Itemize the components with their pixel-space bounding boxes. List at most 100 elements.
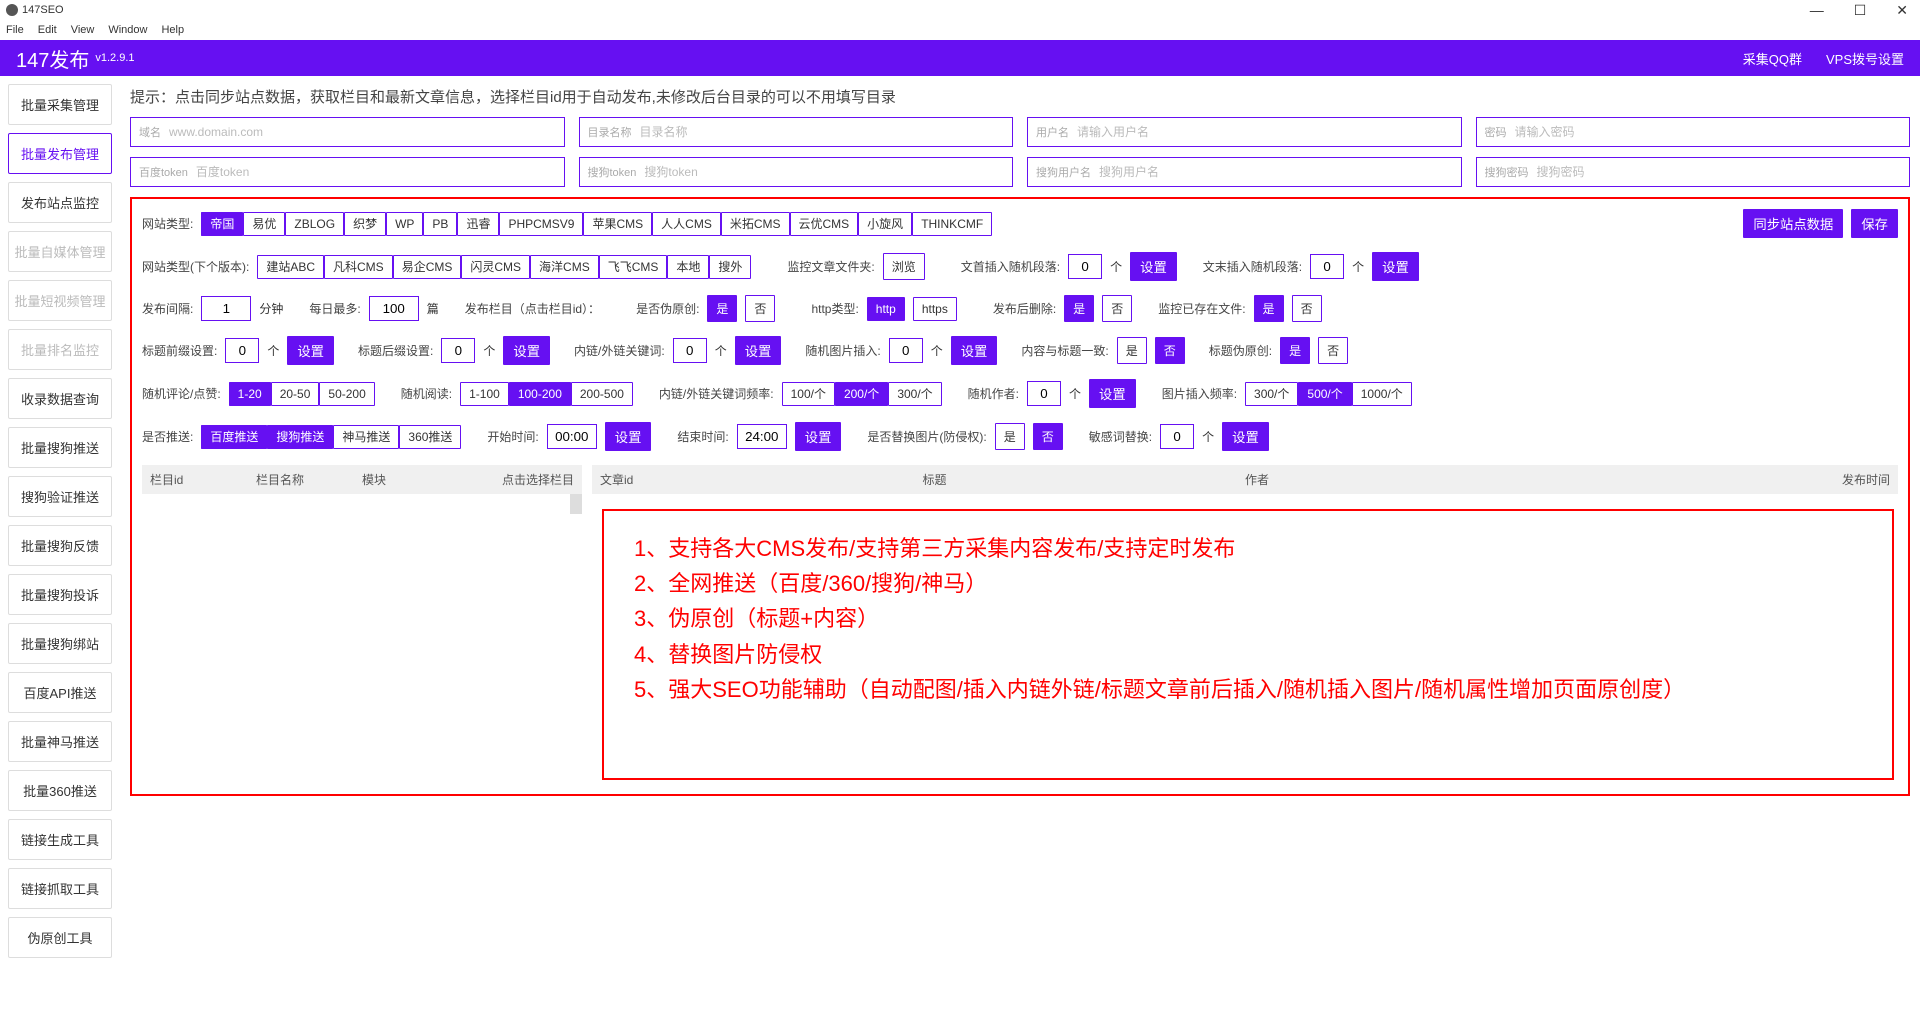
pre-paragraph-input[interactable] <box>1068 254 1102 279</box>
daily-input[interactable] <box>369 296 419 321</box>
option-tag[interactable]: 苹果CMS <box>583 212 652 236</box>
option-tag[interactable]: 200-500 <box>571 382 633 406</box>
start-time-set[interactable]: 设置 <box>605 422 652 451</box>
option-tag[interactable]: 300/个 <box>888 382 941 406</box>
option-tag[interactable]: 本地 <box>667 255 709 279</box>
text-input[interactable] <box>1537 165 1902 179</box>
https-option[interactable]: https <box>913 297 957 321</box>
option-tag[interactable]: 100/个 <box>782 382 835 406</box>
option-tag[interactable]: PHPCMSV9 <box>499 212 583 236</box>
option-tag[interactable]: 易优 <box>243 212 285 236</box>
sidebar-item[interactable]: 批量搜狗投诉 <box>8 574 112 615</box>
match-no[interactable]: 否 <box>1155 337 1185 364</box>
option-tag[interactable]: 百度推送 <box>201 425 267 449</box>
menu-view[interactable]: View <box>71 24 95 36</box>
orig-no[interactable]: 否 <box>745 295 775 322</box>
title-suffix-set[interactable]: 设置 <box>503 336 550 365</box>
keyword-set[interactable]: 设置 <box>735 336 782 365</box>
option-tag[interactable]: 人人CMS <box>652 212 721 236</box>
option-tag[interactable]: WP <box>386 212 423 236</box>
sidebar-item[interactable]: 链接抓取工具 <box>8 868 112 909</box>
option-tag[interactable]: 海洋CMS <box>530 255 599 279</box>
option-tag[interactable]: 凡科CMS <box>324 255 393 279</box>
sidebar-item[interactable]: 批量搜狗反馈 <box>8 525 112 566</box>
option-tag[interactable]: 1-20 <box>229 382 271 406</box>
sensitive-set[interactable]: 设置 <box>1222 422 1269 451</box>
start-time-input[interactable] <box>547 424 597 449</box>
menu-help[interactable]: Help <box>161 24 184 36</box>
option-tag[interactable]: 500/个 <box>1298 382 1351 406</box>
option-tag[interactable]: 帝国 <box>201 212 243 236</box>
option-tag[interactable]: 1-100 <box>460 382 509 406</box>
interval-input[interactable] <box>201 296 251 321</box>
option-tag[interactable]: 200/个 <box>835 382 888 406</box>
option-tag[interactable]: 搜狗推送 <box>267 425 333 449</box>
save-button[interactable]: 保存 <box>1851 209 1898 238</box>
post-paragraph-input[interactable] <box>1310 254 1344 279</box>
exist-no[interactable]: 否 <box>1292 295 1322 322</box>
sync-button[interactable]: 同步站点数据 <box>1743 209 1843 238</box>
title-orig-no[interactable]: 否 <box>1318 337 1348 364</box>
option-tag[interactable]: 300/个 <box>1245 382 1298 406</box>
sidebar-item[interactable]: 链接生成工具 <box>8 819 112 860</box>
option-tag[interactable]: PB <box>423 212 457 236</box>
sidebar-item[interactable]: 批量发布管理 <box>8 133 112 174</box>
keyword-input[interactable] <box>673 338 707 363</box>
scrollbar[interactable] <box>570 494 582 514</box>
text-input[interactable] <box>196 165 556 179</box>
delete-yes[interactable]: 是 <box>1064 295 1094 322</box>
sidebar-item[interactable]: 发布站点监控 <box>8 182 112 223</box>
sidebar-item[interactable]: 收录数据查询 <box>8 378 112 419</box>
option-tag[interactable]: 迅睿 <box>457 212 499 236</box>
header-link[interactable]: 采集QQ群 <box>1743 49 1802 68</box>
match-yes[interactable]: 是 <box>1117 337 1147 364</box>
exist-yes[interactable]: 是 <box>1254 295 1284 322</box>
text-input[interactable] <box>640 125 1005 139</box>
option-tag[interactable]: 360推送 <box>399 425 461 449</box>
option-tag[interactable]: 50-200 <box>319 382 374 406</box>
minimize-button[interactable]: — <box>1804 2 1830 19</box>
menu-edit[interactable]: Edit <box>38 24 57 36</box>
close-button[interactable]: ✕ <box>1890 2 1914 19</box>
delete-no[interactable]: 否 <box>1102 295 1132 322</box>
option-tag[interactable]: 织梦 <box>344 212 386 236</box>
header-link[interactable]: VPS拨号设置 <box>1826 49 1904 68</box>
author-set[interactable]: 设置 <box>1089 379 1136 408</box>
option-tag[interactable]: ZBLOG <box>285 212 344 236</box>
sensitive-input[interactable] <box>1160 424 1194 449</box>
text-input[interactable] <box>169 125 556 139</box>
sidebar-item[interactable]: 百度API推送 <box>8 672 112 713</box>
random-image-set[interactable]: 设置 <box>951 336 998 365</box>
sidebar-item[interactable]: 批量搜狗推送 <box>8 427 112 468</box>
post-paragraph-set[interactable]: 设置 <box>1372 252 1419 281</box>
option-tag[interactable]: 搜外 <box>709 255 751 279</box>
http-option[interactable]: http <box>867 297 905 321</box>
end-time-set[interactable]: 设置 <box>795 422 842 451</box>
title-prefix-input[interactable] <box>225 338 259 363</box>
option-tag[interactable]: 飞飞CMS <box>599 255 668 279</box>
browse-button[interactable]: 浏览 <box>883 253 925 280</box>
menu-window[interactable]: Window <box>108 24 147 36</box>
sidebar-item[interactable]: 批量搜狗绑站 <box>8 623 112 664</box>
text-input[interactable] <box>1077 125 1453 139</box>
maximize-button[interactable]: ☐ <box>1848 2 1873 19</box>
orig-yes[interactable]: 是 <box>707 295 737 322</box>
text-input[interactable] <box>644 165 1004 179</box>
replace-no[interactable]: 否 <box>1033 423 1063 450</box>
author-input[interactable] <box>1027 381 1061 406</box>
sidebar-item[interactable]: 批量神马推送 <box>8 721 112 762</box>
option-tag[interactable]: 云优CMS <box>790 212 859 236</box>
random-image-input[interactable] <box>889 338 923 363</box>
option-tag[interactable]: 1000/个 <box>1352 382 1412 406</box>
option-tag[interactable]: THINKCMF <box>912 212 992 236</box>
menu-file[interactable]: File <box>6 24 24 36</box>
title-orig-yes[interactable]: 是 <box>1280 337 1310 364</box>
sidebar-item[interactable]: 批量采集管理 <box>8 84 112 125</box>
text-input[interactable] <box>1099 165 1453 179</box>
end-time-input[interactable] <box>737 424 787 449</box>
option-tag[interactable]: 闪灵CMS <box>461 255 530 279</box>
sidebar-item[interactable]: 伪原创工具 <box>8 917 112 958</box>
option-tag[interactable]: 易企CMS <box>393 255 462 279</box>
option-tag[interactable]: 100-200 <box>509 382 571 406</box>
option-tag[interactable]: 神马推送 <box>333 425 399 449</box>
